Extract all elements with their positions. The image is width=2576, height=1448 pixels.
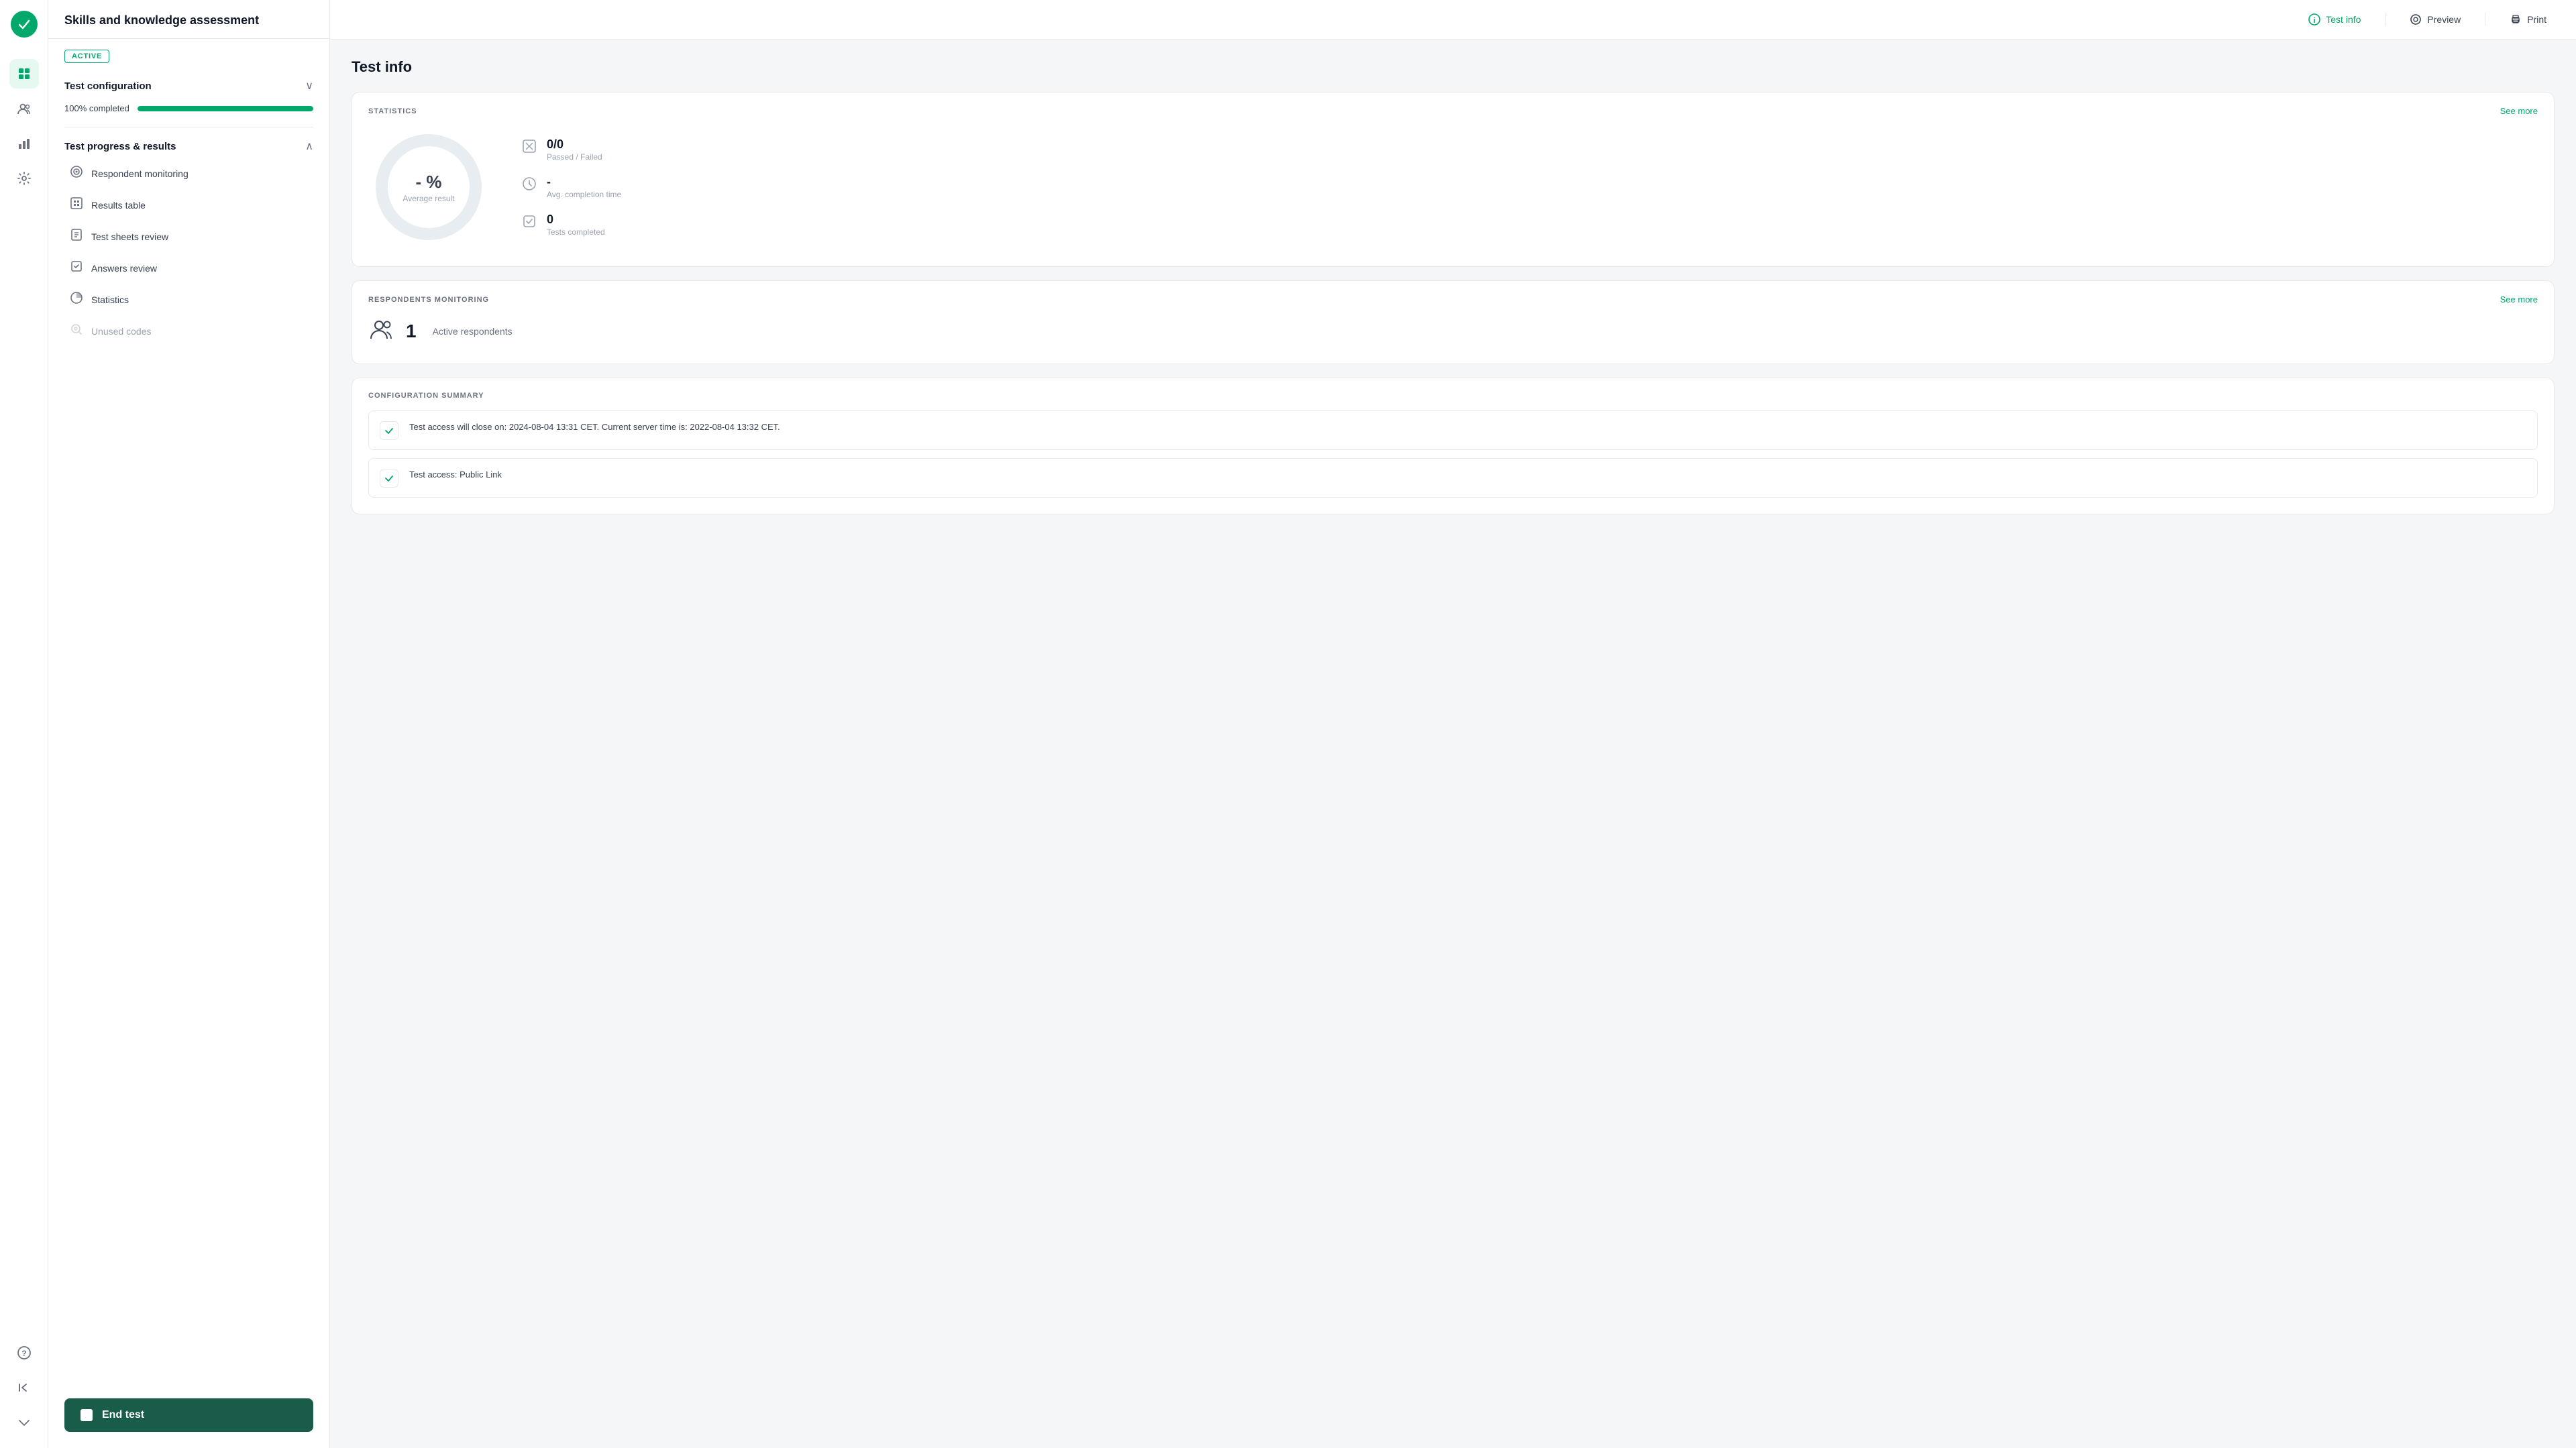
top-bar: i Test info Preview Print bbox=[330, 0, 2576, 40]
config-summary-card: CONFIGURATION SUMMARY Test access will c… bbox=[352, 378, 2555, 514]
progress-label: 100% completed bbox=[64, 103, 129, 113]
back-icon-button[interactable] bbox=[9, 1373, 39, 1402]
test-info-action[interactable]: i Test info bbox=[2300, 9, 2369, 30]
statistics-section-title: STATISTICS bbox=[368, 107, 417, 115]
tests-completed-value: 0 bbox=[547, 213, 605, 227]
statistics-card: STATISTICS See more - % Average result bbox=[352, 92, 2555, 267]
passed-failed-label: Passed / Failed bbox=[547, 152, 602, 162]
config-item-0: Test access will close on: 2024-08-04 13… bbox=[368, 410, 2538, 450]
test-info-label: Test info bbox=[2326, 14, 2361, 25]
respondents-count: 1 bbox=[406, 321, 417, 342]
users-icon-button[interactable] bbox=[9, 94, 39, 123]
svg-text:i: i bbox=[2314, 17, 2316, 25]
statistics-icon bbox=[70, 291, 83, 308]
passed-failed-value: 0/0 bbox=[547, 137, 602, 152]
stats-list: 0/0 Passed / Failed bbox=[521, 137, 621, 237]
end-test-label: End test bbox=[102, 1409, 144, 1421]
preview-action[interactable]: Preview bbox=[2402, 9, 2469, 30]
preview-icon bbox=[2410, 13, 2422, 25]
nav-item-test-sheets-review[interactable]: Test sheets review bbox=[64, 221, 313, 252]
tests-completed-label: Tests completed bbox=[547, 227, 605, 237]
respondents-see-more[interactable]: See more bbox=[2500, 294, 2538, 304]
progress-row: 100% completed bbox=[64, 103, 313, 113]
avg-time-icon bbox=[521, 176, 537, 195]
config-summary-body: Test access will close on: 2024-08-04 13… bbox=[352, 410, 2554, 514]
test-sheets-icon bbox=[70, 228, 83, 245]
nav-label-respondent-monitoring: Respondent monitoring bbox=[91, 168, 189, 179]
expand-icon-button[interactable] bbox=[9, 1408, 39, 1437]
test-progress-title: Test progress & results bbox=[64, 141, 176, 152]
avg-time-value: - bbox=[547, 175, 621, 189]
nav-item-unused-codes[interactable]: Unused codes bbox=[64, 316, 313, 346]
passed-failed-icon bbox=[521, 139, 537, 158]
stat-tests-completed: 0 Tests completed bbox=[521, 213, 621, 237]
respondents-icon bbox=[368, 315, 395, 347]
print-label: Print bbox=[2527, 14, 2546, 25]
statistics-card-header: STATISTICS See more bbox=[352, 93, 2554, 127]
test-progress-section[interactable]: Test progress & results ∧ bbox=[64, 133, 313, 157]
test-progress-chevron: ∧ bbox=[305, 140, 313, 153]
respondents-card: RESPONDENTS MONITORING See more 1 Active… bbox=[352, 280, 2555, 364]
logo-button[interactable] bbox=[11, 11, 38, 38]
stat-passed-failed: 0/0 Passed / Failed bbox=[521, 137, 621, 162]
print-action[interactable]: Print bbox=[2502, 9, 2555, 30]
preview-label: Preview bbox=[2427, 14, 2461, 25]
page-title: Skills and knowledge assessment bbox=[64, 13, 313, 27]
respondent-monitoring-icon bbox=[70, 165, 83, 182]
content-title: Test info bbox=[352, 58, 2555, 76]
config-item-1: Test access: Public Link bbox=[368, 458, 2538, 498]
avg-time-label: Avg. completion time bbox=[547, 190, 621, 199]
main-content: i Test info Preview Print bbox=[330, 0, 2576, 1448]
answers-review-icon bbox=[70, 260, 83, 276]
config-check-1 bbox=[380, 469, 398, 488]
config-check-0 bbox=[380, 421, 398, 440]
statistics-body: - % Average result bbox=[352, 127, 2554, 266]
unused-codes-icon bbox=[70, 323, 83, 339]
statistics-see-more[interactable]: See more bbox=[2500, 106, 2538, 116]
nav-item-results-table[interactable]: Results table bbox=[64, 190, 313, 220]
end-test-button[interactable]: End test bbox=[64, 1398, 313, 1432]
average-result-label: Average result bbox=[402, 194, 454, 203]
left-sidebar: Skills and knowledge assessment ACTIVE T… bbox=[48, 0, 330, 1448]
config-text-0: Test access will close on: 2024-08-04 13… bbox=[409, 421, 780, 434]
stop-icon bbox=[80, 1409, 93, 1421]
config-summary-title: CONFIGURATION SUMMARY bbox=[368, 392, 484, 400]
svg-text:?: ? bbox=[21, 1349, 26, 1358]
progress-bar-bg bbox=[138, 106, 313, 111]
results-table-icon bbox=[70, 197, 83, 213]
respondents-label: Active respondents bbox=[433, 326, 513, 337]
cursor-position: | bbox=[529, 326, 531, 337]
settings-icon-button[interactable] bbox=[9, 164, 39, 193]
info-icon: i bbox=[2308, 13, 2320, 25]
test-configuration-section[interactable]: Test configuration ∨ bbox=[64, 74, 313, 98]
chart-icon-button[interactable] bbox=[9, 129, 39, 158]
respondents-section-title: RESPONDENTS MONITORING bbox=[368, 296, 489, 304]
icon-sidebar: ? bbox=[0, 0, 48, 1448]
stat-avg-time: - Avg. completion time bbox=[521, 175, 621, 199]
grid-icon-button[interactable] bbox=[9, 59, 39, 89]
nav-label-statistics: Statistics bbox=[91, 294, 129, 305]
respondents-card-header: RESPONDENTS MONITORING See more bbox=[352, 281, 2554, 315]
respondents-body: 1 Active respondents | bbox=[352, 315, 2554, 364]
donut-chart: - % Average result bbox=[368, 127, 489, 247]
sidebar-header: Skills and knowledge assessment bbox=[48, 0, 329, 39]
print-icon bbox=[2510, 13, 2522, 25]
average-result-value: - % bbox=[402, 172, 454, 192]
config-text-1: Test access: Public Link bbox=[409, 468, 502, 482]
config-summary-header: CONFIGURATION SUMMARY bbox=[352, 378, 2554, 410]
nav-item-respondent-monitoring[interactable]: Respondent monitoring bbox=[64, 158, 313, 188]
nav-item-answers-review[interactable]: Answers review bbox=[64, 253, 313, 283]
test-configuration-chevron: ∨ bbox=[305, 79, 313, 93]
progress-bar-fill bbox=[138, 106, 313, 111]
tests-completed-icon bbox=[521, 214, 537, 233]
nav-item-statistics[interactable]: Statistics bbox=[64, 284, 313, 315]
help-icon-button[interactable]: ? bbox=[9, 1338, 39, 1368]
active-badge: ACTIVE bbox=[64, 50, 109, 63]
test-configuration-title: Test configuration bbox=[64, 80, 152, 92]
nav-label-results-table: Results table bbox=[91, 200, 146, 211]
nav-label-answers-review: Answers review bbox=[91, 263, 157, 274]
nav-label-test-sheets-review: Test sheets review bbox=[91, 231, 168, 242]
nav-label-unused-codes: Unused codes bbox=[91, 326, 152, 337]
